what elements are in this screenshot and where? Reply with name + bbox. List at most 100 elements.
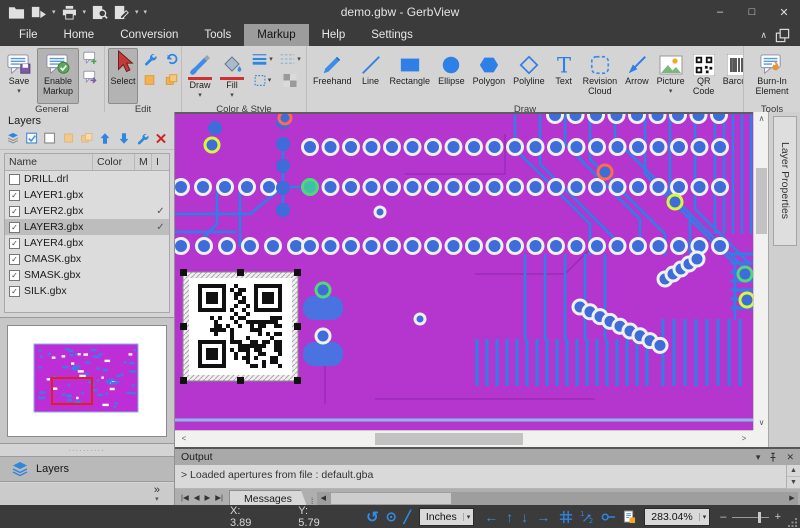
- menu-tab-tools[interactable]: Tools: [191, 24, 244, 46]
- layer-properties-tab[interactable]: Layer Properties: [773, 116, 797, 246]
- layer-visibility-checkbox[interactable]: ✓: [9, 189, 20, 201]
- rotate-icon[interactable]: ↺: [366, 508, 379, 526]
- output-close-icon[interactable]: ✕: [786, 452, 794, 463]
- revision-cloud-button[interactable]: Revision Cloud: [580, 48, 621, 104]
- customize-qat-caret[interactable]: ▾: [144, 8, 148, 16]
- layer-row-layer3.gbx[interactable]: ✓ LAYER3.gbx ✓: [5, 219, 169, 235]
- freehand-button[interactable]: Freehand: [310, 48, 355, 104]
- overview-minimap[interactable]: [7, 325, 167, 437]
- fill-color-button[interactable]: Fill ▾: [217, 48, 247, 104]
- layer-visibility-checkbox[interactable]: ✓: [9, 269, 20, 281]
- layer-m-flag[interactable]: [135, 267, 152, 283]
- menu-tab-home[interactable]: Home: [51, 24, 108, 46]
- markup-visible-icon[interactable]: [61, 131, 75, 146]
- layer-i-flag[interactable]: [152, 187, 169, 203]
- tab-nav-prev[interactable]: ◀: [194, 493, 200, 502]
- link-icon[interactable]: [601, 511, 616, 523]
- polygon-button[interactable]: Polygon: [470, 48, 509, 104]
- menu-tab-file[interactable]: File: [6, 24, 51, 46]
- layer-i-flag[interactable]: [152, 283, 169, 299]
- copy-markup-icon[interactable]: [140, 72, 158, 88]
- layer-row-layer1.gbx[interactable]: ✓ LAYER1.gbx: [5, 187, 169, 203]
- move-layer-down-icon[interactable]: [117, 131, 131, 146]
- layer-row-layer4.gbx[interactable]: ✓ LAYER4.gbx: [5, 235, 169, 251]
- layer-i-flag[interactable]: [152, 171, 169, 187]
- pan-up-icon[interactable]: ↑: [506, 509, 513, 525]
- undo-icon[interactable]: [162, 51, 180, 67]
- output-scrollbar[interactable]: ▲ ▼: [786, 465, 800, 489]
- layer-row-cmask.gbx[interactable]: ✓ CMASK.gbx: [5, 251, 169, 267]
- minimize-ribbon-icon[interactable]: ∧: [760, 30, 767, 41]
- horizontal-scrollbar[interactable]: < >: [175, 430, 753, 447]
- print-preview-icon[interactable]: [91, 5, 108, 20]
- layer-properties-icon[interactable]: [135, 131, 149, 146]
- layer-m-flag[interactable]: [135, 219, 152, 235]
- output-scroll-up[interactable]: ▲: [787, 465, 800, 477]
- tab-nav-next[interactable]: ▶: [205, 493, 211, 502]
- add-markup-icon[interactable]: [81, 50, 99, 66]
- scale-icon[interactable]: 12: [580, 510, 594, 524]
- layer-m-flag[interactable]: [135, 203, 152, 219]
- line-width-button[interactable]: ▾: [249, 51, 275, 67]
- ribbon-options-icon[interactable]: [775, 28, 790, 43]
- resize-grip[interactable]: [787, 517, 798, 528]
- check-all-layers-icon[interactable]: [24, 131, 38, 146]
- layer-visibility-checkbox[interactable]: [9, 173, 20, 185]
- line-button[interactable]: Line: [357, 48, 385, 104]
- units-select[interactable]: Inches ▾: [418, 507, 475, 526]
- vertical-scrollbar[interactable]: ∧ ∨: [753, 112, 768, 430]
- border-style-button[interactable]: ▾: [249, 72, 275, 88]
- output-dropdown-icon[interactable]: ▾: [756, 452, 761, 463]
- burn-in-element-button[interactable]: Burn-In Element: [749, 48, 795, 104]
- menu-tab-markup[interactable]: Markup: [244, 24, 309, 46]
- vertical-scroll-thumb[interactable]: [756, 168, 767, 234]
- paste-markup-icon[interactable]: [162, 72, 180, 88]
- zoom-level-select[interactable]: 283.04% ▾: [644, 507, 711, 526]
- layer-visibility-checkbox[interactable]: ✓: [9, 205, 20, 217]
- convert-icon[interactable]: [30, 5, 47, 20]
- close-button[interactable]: ✕: [768, 0, 800, 24]
- menu-tab-conversion[interactable]: Conversion: [107, 24, 191, 46]
- text-button[interactable]: T Text: [550, 48, 578, 104]
- layer-row-smask.gbx[interactable]: ✓ SMASK.gbx: [5, 267, 169, 283]
- layer-i-flag[interactable]: ✓: [152, 219, 169, 235]
- transparency-button[interactable]: [277, 72, 303, 88]
- layer-row-drill.drl[interactable]: DRILL.drl: [5, 171, 169, 187]
- line-style-button[interactable]: ▾: [277, 51, 303, 67]
- qr-markup-object[interactable]: [180, 269, 301, 384]
- horizontal-scroll-thumb[interactable]: [375, 433, 523, 445]
- output-horizontal-scrollbar[interactable]: ◀ ▶: [317, 492, 798, 505]
- zoom-out-button[interactable]: –: [720, 511, 726, 523]
- document-icon[interactable]: [623, 509, 636, 524]
- layer-settings-icon[interactable]: [6, 131, 20, 146]
- layer-m-flag[interactable]: [135, 283, 152, 299]
- print-icon[interactable]: [61, 5, 78, 20]
- delete-layer-icon[interactable]: [154, 131, 168, 146]
- layer-m-flag[interactable]: [135, 187, 152, 203]
- msg-scroll-left[interactable]: ◀: [317, 492, 329, 505]
- layer-i-flag[interactable]: [152, 251, 169, 267]
- tab-nav-last[interactable]: ▶|: [215, 493, 223, 502]
- uncheck-all-layers-icon[interactable]: [43, 131, 57, 146]
- ellipse-button[interactable]: Ellipse: [435, 48, 468, 104]
- rectangle-button[interactable]: Rectangle: [387, 48, 434, 104]
- layer-row-layer2.gbx[interactable]: ✓ LAYER2.gbx ✓: [5, 203, 169, 219]
- pan-left-icon[interactable]: ←: [484, 509, 498, 525]
- scroll-down-arrow[interactable]: ∨: [754, 416, 769, 430]
- pin-icon[interactable]: [768, 452, 778, 463]
- save-button[interactable]: Save ▾: [3, 48, 35, 104]
- msg-scroll-thumb[interactable]: [331, 493, 452, 504]
- save-as-dropdown-caret[interactable]: ▾: [135, 8, 139, 16]
- picture-button[interactable]: Picture ▾: [654, 48, 688, 104]
- scroll-up-arrow[interactable]: ∧: [754, 112, 769, 126]
- layer-visibility-checkbox[interactable]: ✓: [9, 253, 20, 265]
- print-dropdown-caret[interactable]: ▾: [83, 8, 87, 16]
- maximize-button[interactable]: □: [736, 0, 768, 24]
- zoom-slider-knob[interactable]: [758, 511, 762, 523]
- grid-toggle-icon[interactable]: [559, 510, 573, 524]
- msg-scroll-right[interactable]: ▶: [786, 492, 798, 505]
- layer-i-flag[interactable]: [152, 267, 169, 283]
- measure-icon[interactable]: ╱: [404, 510, 411, 524]
- convert-dropdown-caret[interactable]: ▾: [52, 8, 56, 16]
- draw-color-button[interactable]: Draw ▾: [185, 48, 215, 104]
